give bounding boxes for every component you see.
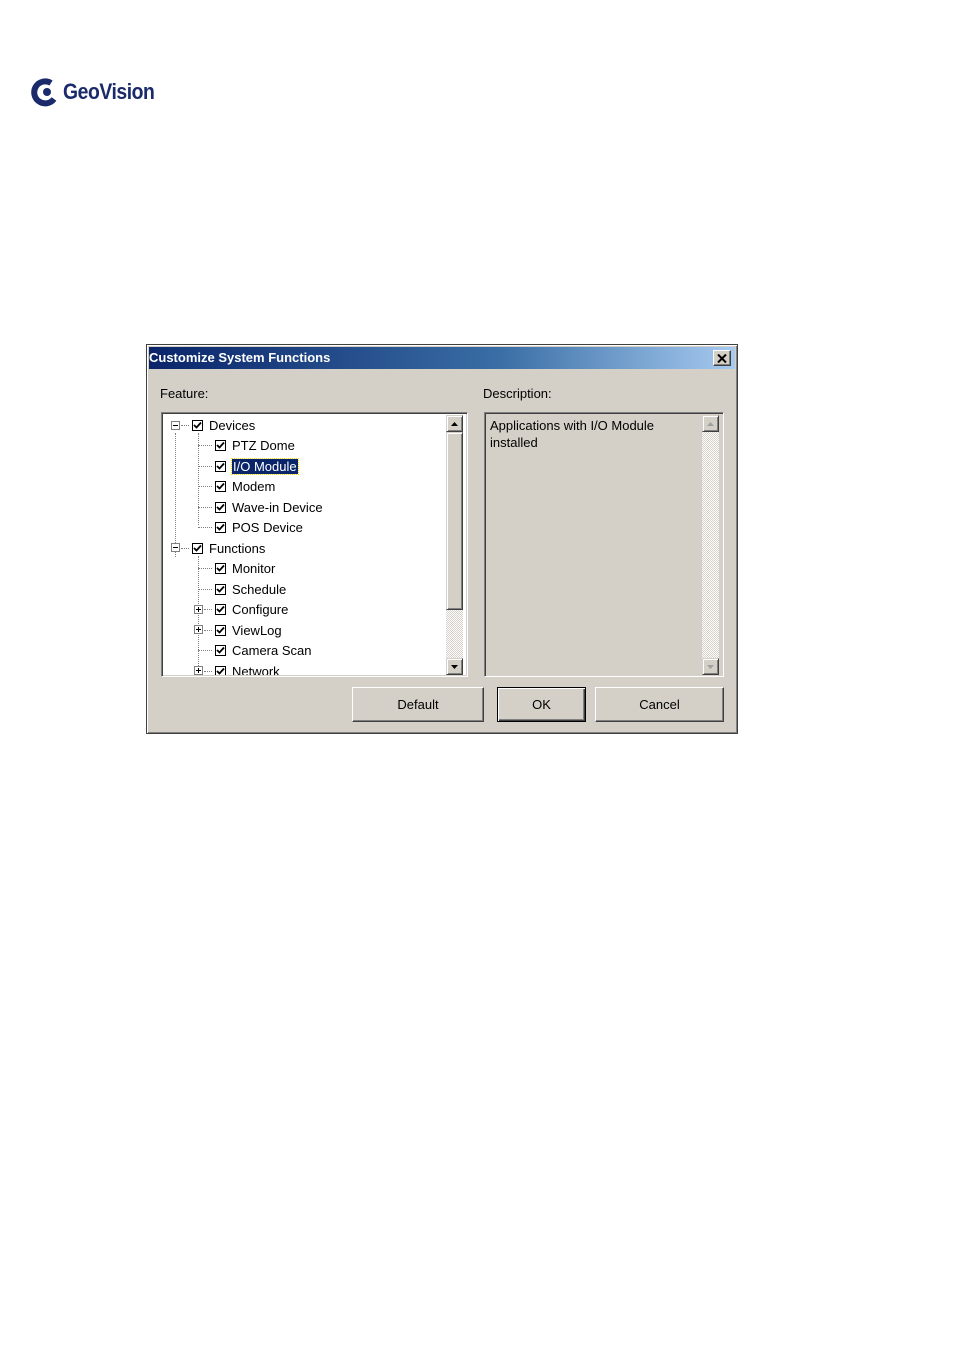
tree-item-pos-device[interactable]: POS Device xyxy=(215,518,303,536)
wave-in-device-checkbox[interactable] xyxy=(215,501,226,513)
feature-label: Feature: xyxy=(160,386,209,401)
tree-item-label: ViewLog xyxy=(232,622,282,638)
tree-item-camera-scan[interactable]: Camera Scan xyxy=(215,641,311,659)
arrow-up-icon xyxy=(451,421,458,426)
cancel-button[interactable]: Cancel xyxy=(595,687,724,722)
tree-scroll-up-button[interactable] xyxy=(446,415,463,432)
tree-item-schedule[interactable]: Schedule xyxy=(215,580,286,598)
logo-brand-text: GeoVision xyxy=(63,79,155,104)
tree-item-label: Modem xyxy=(232,478,276,494)
tree-scroll-thumb[interactable] xyxy=(446,432,463,610)
tree-item-monitor[interactable]: Monitor xyxy=(215,559,275,577)
network-checkbox[interactable] xyxy=(215,665,226,675)
tree-item-label: POS Device xyxy=(232,519,303,535)
check-icon xyxy=(216,646,225,654)
description-text: Applications with I/O Module installed xyxy=(490,417,654,451)
customize-system-functions-dialog: Customize System Functions Feature: Desc… xyxy=(146,344,738,734)
description-line-2: installed xyxy=(490,435,538,450)
check-icon xyxy=(216,503,225,511)
description-line-1: Applications with I/O Module xyxy=(490,418,655,433)
desc-scroll-up-button[interactable] xyxy=(702,415,719,432)
desc-scroll-down-button[interactable] xyxy=(702,658,719,675)
pos-device-checkbox[interactable] xyxy=(215,521,226,533)
configure-checkbox[interactable] xyxy=(215,603,226,615)
tree-item-label: Wave-in Device xyxy=(232,499,323,515)
description-box[interactable]: Applications with I/O Module installed xyxy=(484,412,724,677)
tree-item-devices[interactable]: Devices xyxy=(192,416,255,434)
tree-item-label: Configure xyxy=(232,601,289,617)
tree-item-label: Monitor xyxy=(232,560,276,576)
tree-item-ptz-dome[interactable]: PTZ Dome xyxy=(215,436,295,454)
check-icon xyxy=(216,667,225,675)
check-icon xyxy=(216,482,225,490)
geovision-logo: GeoVision xyxy=(30,74,167,110)
configure-expand-toggle[interactable] xyxy=(194,605,203,614)
check-icon xyxy=(216,564,225,572)
geovision-logo-icon xyxy=(31,78,57,107)
devices-checkbox[interactable] xyxy=(192,419,203,431)
desc-scroll-track[interactable] xyxy=(702,432,719,658)
schedule-checkbox[interactable] xyxy=(215,583,226,595)
tree-item-wave-in-device[interactable]: Wave-in Device xyxy=(215,498,323,516)
modem-checkbox[interactable] xyxy=(215,480,226,492)
tree-item-label: Functions xyxy=(209,540,266,556)
tree-item-configure[interactable]: Configure xyxy=(215,600,288,618)
check-icon xyxy=(216,441,225,449)
tree-item-label: Devices xyxy=(209,417,256,433)
tree-item-label: Network xyxy=(232,663,280,676)
tree-item-io-module[interactable]: I/O Module xyxy=(215,457,299,475)
tree-item-label: Camera Scan xyxy=(232,642,312,658)
camera-scan-checkbox[interactable] xyxy=(215,644,226,656)
dialog-titlebar[interactable]: Customize System Functions xyxy=(149,347,735,369)
functions-collapse-toggle[interactable] xyxy=(171,543,180,552)
check-icon xyxy=(193,544,202,552)
tree-item-viewlog[interactable]: ViewLog xyxy=(215,621,282,639)
check-icon xyxy=(216,626,225,634)
dialog-title: Customize System Functions xyxy=(149,350,331,365)
tree-item-label-selected: I/O Module xyxy=(231,457,299,475)
feature-tree[interactable]: Devices PTZ Dome I/O Module Modem Wave-i… xyxy=(161,412,468,677)
viewlog-expand-toggle[interactable] xyxy=(194,625,203,634)
tree-item-label: PTZ Dome xyxy=(232,437,295,453)
tree-scroll-down-button[interactable] xyxy=(446,658,463,675)
monitor-checkbox[interactable] xyxy=(215,562,226,574)
arrow-down-icon xyxy=(451,664,458,669)
ptz-dome-checkbox[interactable] xyxy=(215,439,226,451)
devices-collapse-toggle[interactable] xyxy=(171,421,180,430)
close-button[interactable] xyxy=(713,350,731,366)
ok-button[interactable]: OK xyxy=(497,687,586,722)
description-label: Description: xyxy=(483,386,552,401)
check-icon xyxy=(216,462,225,470)
tree-item-functions[interactable]: Functions xyxy=(192,539,265,557)
tree-item-modem[interactable]: Modem xyxy=(215,477,275,495)
viewlog-checkbox[interactable] xyxy=(215,624,226,636)
check-icon xyxy=(193,421,202,429)
arrow-up-icon xyxy=(707,421,714,426)
network-expand-toggle[interactable] xyxy=(194,666,203,675)
tree-item-label: Schedule xyxy=(232,581,287,597)
check-icon xyxy=(216,523,225,531)
check-icon xyxy=(216,605,225,613)
default-button[interactable]: Default xyxy=(352,687,484,722)
tree-item-network[interactable]: Network xyxy=(215,662,280,675)
functions-checkbox[interactable] xyxy=(192,542,203,554)
close-icon xyxy=(717,353,727,363)
check-icon xyxy=(216,585,225,593)
io-module-checkbox[interactable] xyxy=(215,460,226,472)
arrow-down-icon xyxy=(707,664,714,669)
